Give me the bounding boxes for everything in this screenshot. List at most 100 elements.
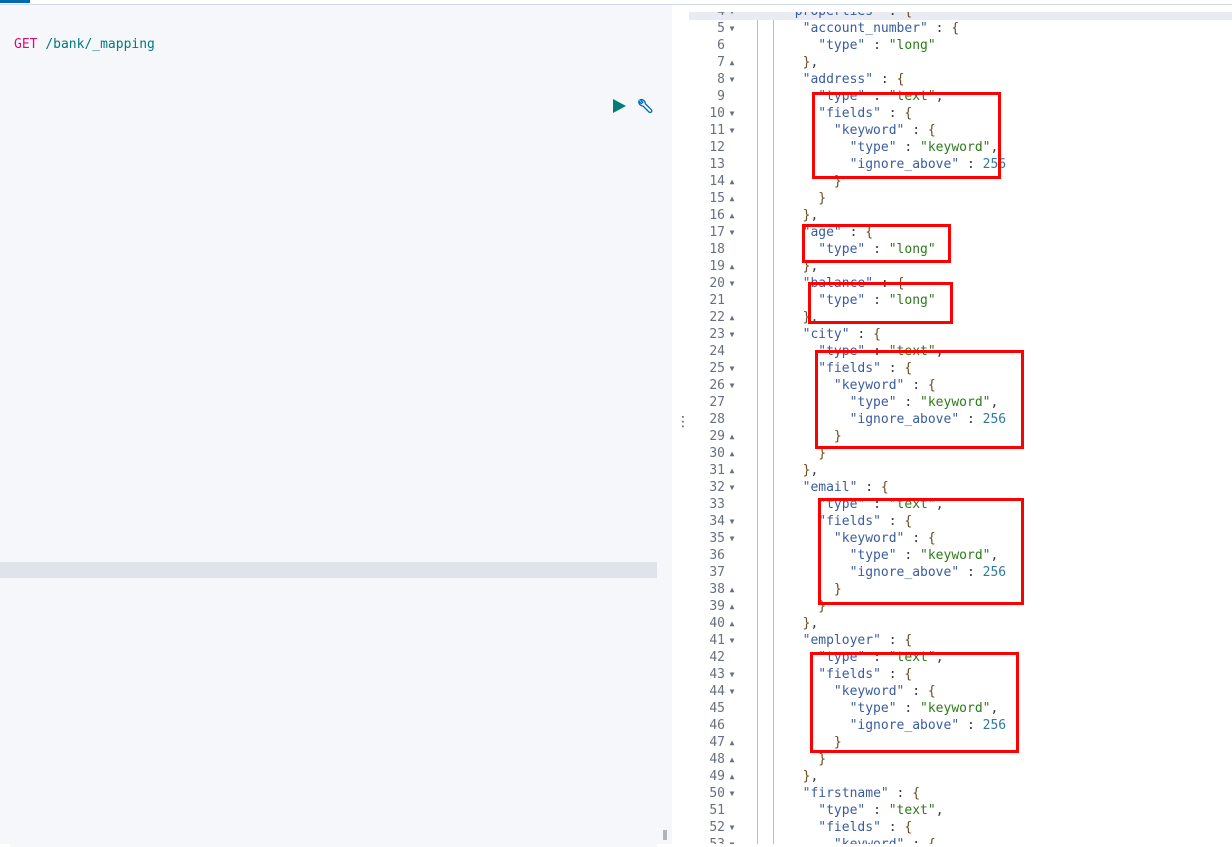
code-text: "keyword" : { [833, 684, 936, 699]
code-text: "ignore_above" : 256 [849, 565, 1007, 580]
code-line: 41 ▼ "employer" : { [689, 632, 1232, 649]
fold-close-icon[interactable]: ▲ [727, 173, 737, 190]
fold-open-icon[interactable]: ▼ [727, 105, 737, 122]
fold-open-icon[interactable]: ▼ [727, 683, 737, 700]
code-line: 18 "type" : "long" [689, 241, 1232, 258]
code-line: 50 ▼ "firstname" : { [689, 785, 1232, 802]
code-text: "type" : "long" [818, 242, 936, 257]
vertical-ellipsis-icon[interactable]: ⋮ [676, 415, 690, 429]
fold-close-icon[interactable]: ▲ [727, 581, 737, 598]
line-number: 36 [709, 548, 725, 563]
code-text: "properties" : { [740, 12, 912, 20]
fold-close-icon[interactable]: ▲ [727, 445, 737, 462]
code-text: }, [802, 616, 819, 631]
request-scrollbar-thumb[interactable] [663, 830, 667, 840]
line-number: 6 [717, 38, 725, 53]
code-text: "keyword" : { [833, 378, 936, 393]
fold-close-icon[interactable]: ▲ [727, 54, 737, 71]
code-text: } [833, 429, 842, 444]
fold-close-icon[interactable]: ▲ [727, 462, 737, 479]
code-text: "fields" : { [818, 106, 913, 121]
fold-open-icon[interactable]: ▼ [727, 785, 737, 802]
line-number: 23 [709, 327, 725, 342]
line-number: 47 [709, 735, 725, 750]
code-line: 9 "type" : "text", [689, 88, 1232, 105]
code-line: 35 ▼ "keyword" : { [689, 530, 1232, 547]
code-line: 46 "ignore_above" : 256 [689, 717, 1232, 734]
fold-close-icon[interactable]: ▲ [727, 309, 737, 326]
line-number: 50 [709, 786, 725, 801]
code-line: 8 ▼ "address" : { [689, 71, 1232, 88]
fold-close-icon[interactable]: ▲ [727, 258, 737, 275]
line-number: 46 [709, 718, 725, 733]
line-number: 39 [709, 599, 725, 614]
request-editor[interactable]: GET /bank/_mapping [10, 12, 657, 847]
fold-open-icon[interactable]: ▼ [727, 224, 737, 241]
line-number: 7 [717, 55, 725, 70]
code-line: 17 ▼ "age" : { [689, 224, 1232, 241]
code-text: "type" : "text", [818, 497, 944, 512]
code-line: 28 "ignore_above" : 256 [689, 411, 1232, 428]
fold-open-icon[interactable]: ▼ [727, 12, 737, 20]
response-panel[interactable]: 4▼ "properties" : {5▼ "account_number" :… [689, 12, 1232, 844]
fold-open-icon[interactable]: ▼ [727, 71, 737, 88]
fold-close-icon[interactable]: ▲ [727, 751, 737, 768]
fold-open-icon[interactable]: ▼ [727, 360, 737, 377]
play-icon[interactable] [613, 99, 626, 113]
line-number: 10 [709, 106, 725, 121]
fold-open-icon[interactable]: ▼ [727, 326, 737, 343]
fold-close-icon[interactable]: ▲ [727, 768, 737, 785]
active-tab-indicator[interactable] [0, 0, 30, 3]
fold-open-icon[interactable]: ▼ [727, 122, 737, 139]
code-text: } [818, 191, 827, 206]
code-line: 38 ▲ } [689, 581, 1232, 598]
code-line: 39 ▲ } [689, 598, 1232, 615]
fold-open-icon[interactable]: ▼ [727, 819, 737, 836]
code-line: 10 ▼ "fields" : { [689, 105, 1232, 122]
code-text: }, [802, 769, 819, 784]
line-number: 17 [709, 225, 725, 240]
fold-open-icon[interactable]: ▼ [727, 836, 737, 844]
code-line: 36 "type" : "keyword", [689, 547, 1232, 564]
fold-close-icon[interactable]: ▲ [727, 428, 737, 445]
fold-close-icon[interactable]: ▲ [727, 207, 737, 224]
code-text: "type" : "long" [818, 38, 936, 53]
fold-open-icon[interactable]: ▼ [727, 530, 737, 547]
code-text: "type" : "long" [818, 293, 936, 308]
fold-open-icon[interactable]: ▼ [727, 632, 737, 649]
code-line: 27 "type" : "keyword", [689, 394, 1232, 411]
code-line: 26 ▼ "keyword" : { [689, 377, 1232, 394]
code-text: } [818, 599, 827, 614]
fold-close-icon[interactable]: ▲ [727, 598, 737, 615]
request-line[interactable]: GET /bank/_mapping [14, 37, 155, 52]
fold-close-icon[interactable]: ▲ [727, 734, 737, 751]
fold-open-icon[interactable]: ▼ [727, 479, 737, 496]
fold-open-icon[interactable]: ▼ [727, 275, 737, 292]
line-number: 33 [709, 497, 725, 512]
fold-open-icon[interactable]: ▼ [727, 377, 737, 394]
code-text: "ignore_above" : 256 [849, 718, 1007, 733]
response-code: 4▼ "properties" : {5▼ "account_number" :… [689, 12, 1232, 844]
code-text: "ignore_above" : 256 [849, 412, 1007, 427]
line-number: 43 [709, 667, 725, 682]
code-line: 29 ▲ } [689, 428, 1232, 445]
code-line: 30 ▲ } [689, 445, 1232, 462]
code-text: } [833, 174, 842, 189]
request-method: GET [14, 37, 38, 52]
line-number: 19 [709, 259, 725, 274]
request-scrollbar-track[interactable] [0, 562, 657, 578]
code-text: }, [802, 463, 819, 478]
code-line: 25 ▼ "fields" : { [689, 360, 1232, 377]
line-number: 22 [709, 310, 725, 325]
code-line: 22 ▲ }, [689, 309, 1232, 326]
fold-open-icon[interactable]: ▼ [727, 513, 737, 530]
fold-close-icon[interactable]: ▲ [727, 190, 737, 207]
wrench-icon[interactable] [636, 98, 654, 116]
fold-open-icon[interactable]: ▼ [727, 666, 737, 683]
line-number: 53 [689, 836, 725, 844]
fold-close-icon[interactable]: ▲ [727, 615, 737, 632]
line-number: 37 [709, 565, 725, 580]
fold-open-icon[interactable]: ▼ [727, 20, 737, 37]
code-line: 23 ▼ "city" : { [689, 326, 1232, 343]
code-text: "type" : "keyword", [849, 701, 999, 716]
